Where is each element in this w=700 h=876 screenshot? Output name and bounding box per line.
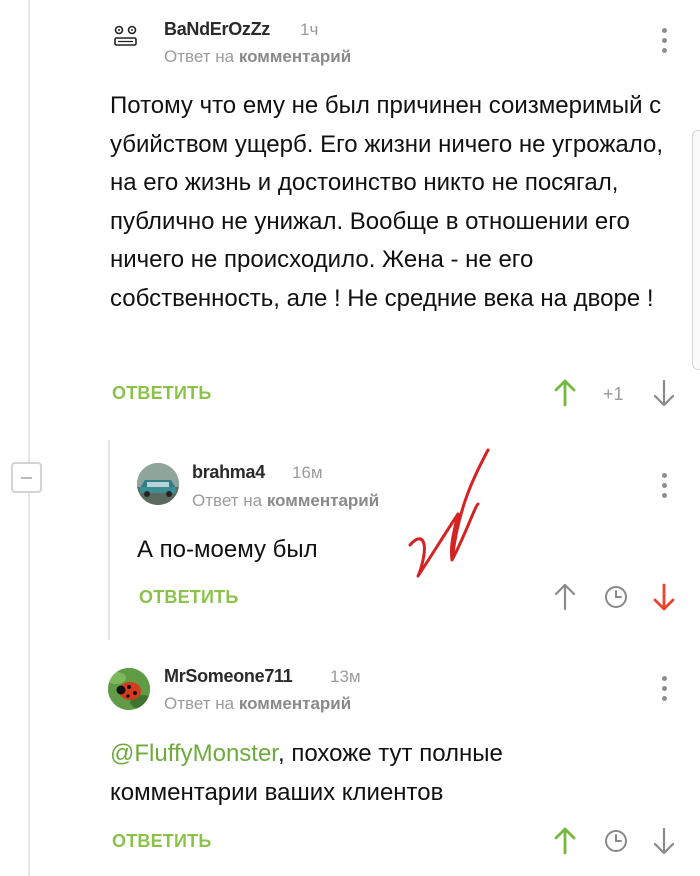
downvote-icon[interactable]	[652, 378, 676, 413]
comment-body: А по-моему был	[137, 536, 318, 563]
comment-time: 13м	[330, 667, 361, 686]
reply-to-line: Ответ на комментарий	[192, 491, 379, 511]
downvote-icon[interactable]	[652, 826, 676, 861]
avatar[interactable]	[137, 463, 179, 505]
author-name[interactable]: MrSomeone711	[164, 666, 293, 687]
reply-button[interactable]: ОТВЕТИТЬ	[112, 383, 211, 404]
upvote-icon[interactable]	[553, 378, 577, 413]
more-menu-icon[interactable]	[654, 676, 674, 704]
reply-to-line: Ответ на комментарий	[164, 694, 351, 714]
comment-body: Потому что ему не был причинен соизмерим…	[110, 92, 664, 312]
reply-to-line: Ответ на комментарий	[164, 47, 351, 67]
reply-to-link[interactable]: комментарий	[267, 491, 379, 510]
reply-button[interactable]: ОТВЕТИТЬ	[139, 587, 238, 608]
comment-time: 16м	[292, 463, 323, 482]
user-mention-link[interactable]: @FluffyMonster	[110, 740, 278, 767]
collapse-thread-button[interactable]	[11, 462, 42, 493]
annotation-checkmark-icon	[408, 448, 490, 578]
comment-body: @FluffyMonster, похоже тут полные коммен…	[110, 735, 580, 812]
reply-to-link[interactable]: комментарий	[239, 694, 351, 713]
author-name[interactable]: BaNdErOzZz	[164, 19, 270, 40]
upvote-icon[interactable]	[553, 826, 577, 861]
clock-icon[interactable]	[603, 828, 629, 859]
reply-to-prefix: Ответ на	[164, 694, 239, 713]
downvote-icon[interactable]	[652, 582, 676, 617]
reply-to-prefix: Ответ на	[192, 491, 267, 510]
avatar[interactable]	[108, 668, 150, 710]
reply-indent-line	[108, 440, 110, 640]
scrollbar[interactable]	[692, 130, 700, 370]
reply-to-prefix: Ответ на	[164, 47, 239, 66]
clock-icon[interactable]	[603, 584, 629, 615]
comment-time: 1ч	[300, 20, 319, 39]
reply-to-link[interactable]: комментарий	[239, 47, 351, 66]
thread-line	[28, 0, 30, 462]
upvote-icon[interactable]	[553, 582, 577, 617]
more-menu-icon[interactable]	[654, 473, 674, 501]
more-menu-icon[interactable]	[654, 28, 674, 56]
thread-line	[28, 493, 30, 876]
comment-score: +1	[603, 384, 624, 404]
avatar[interactable]	[105, 16, 147, 58]
reply-button[interactable]: ОТВЕТИТЬ	[112, 831, 211, 852]
author-name[interactable]: brahma4	[192, 462, 265, 483]
